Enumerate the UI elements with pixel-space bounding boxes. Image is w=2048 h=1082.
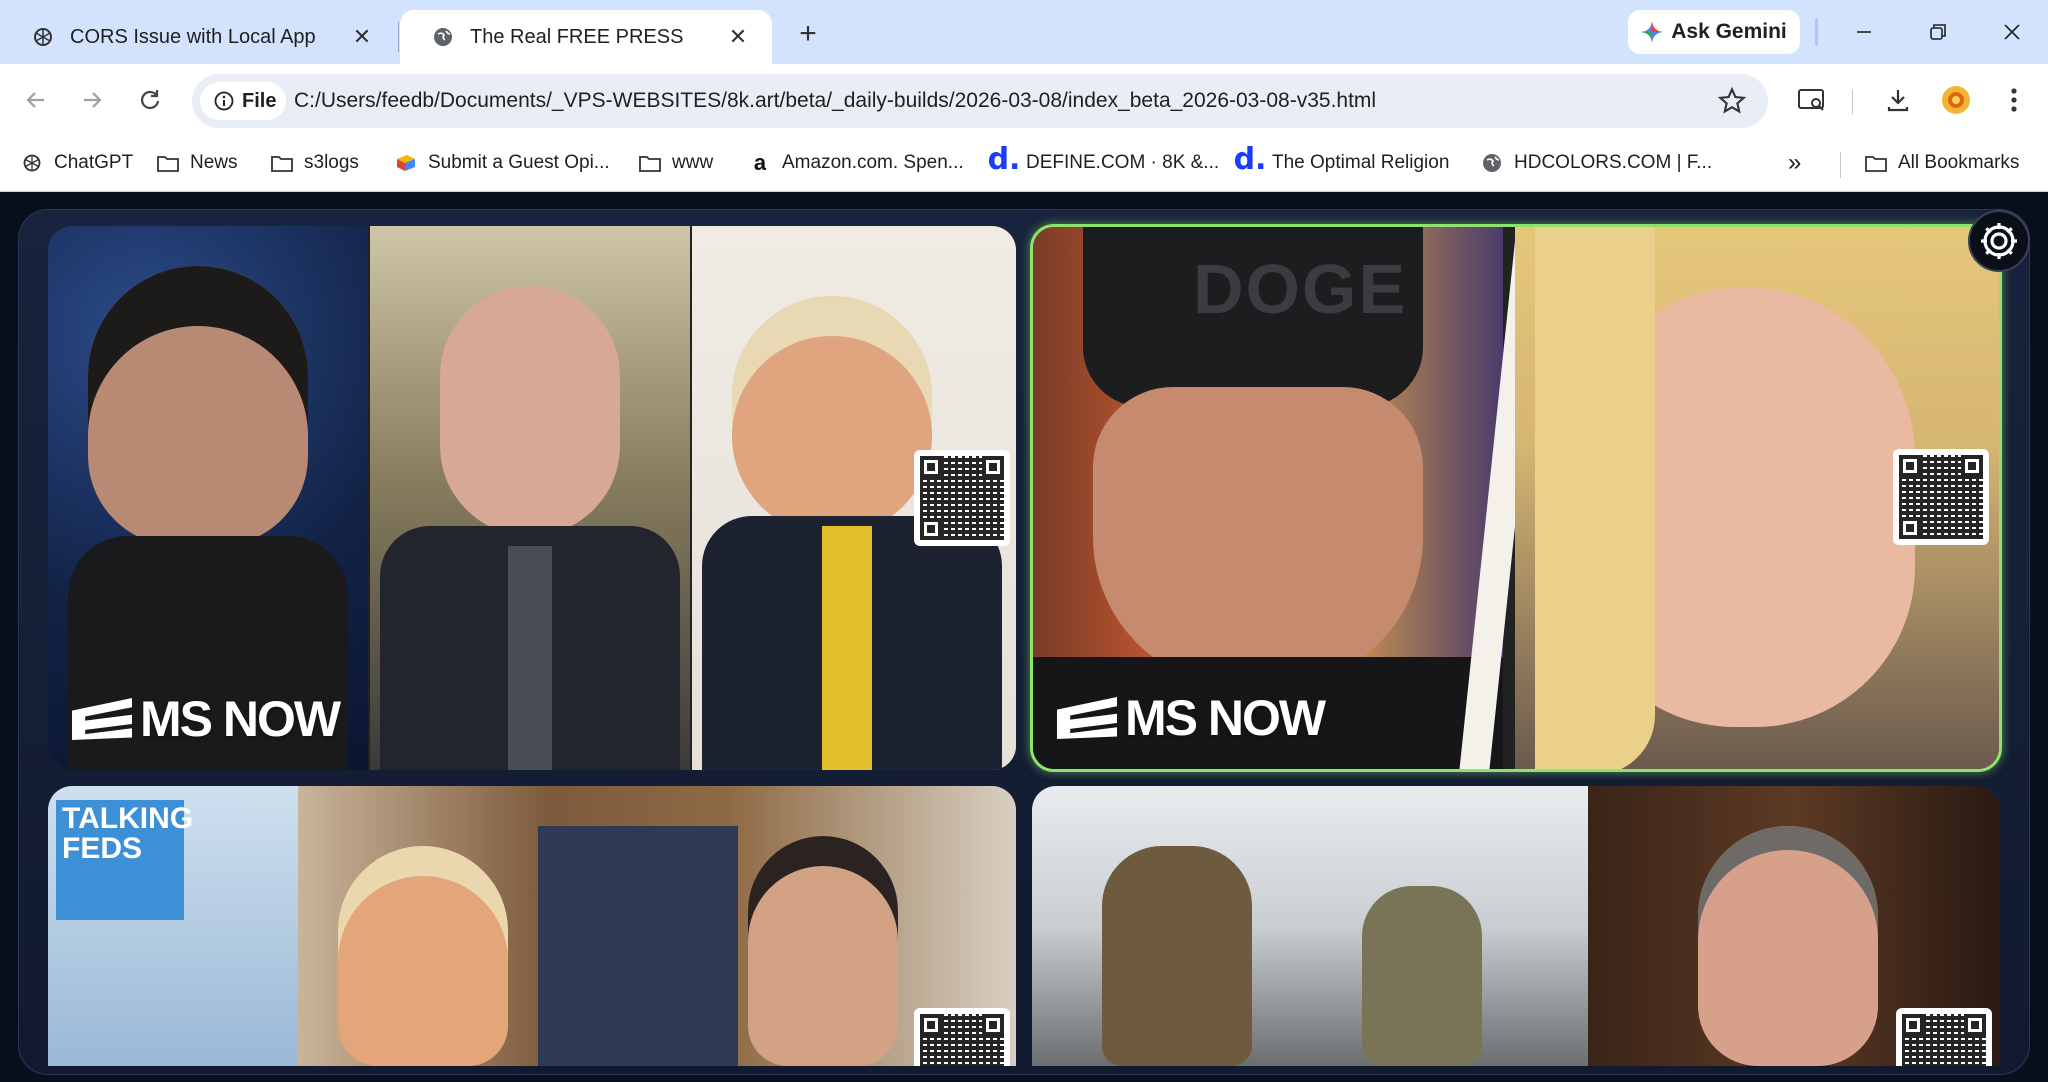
qr-code — [1896, 1008, 1992, 1066]
thumbnail-panel — [48, 226, 368, 770]
doge-hat-text: DOGE — [1193, 250, 1408, 328]
folder-icon — [156, 151, 180, 175]
bookmark-hdcolors[interactable]: HDCOLORS.COM | F... — [1480, 146, 1712, 180]
minimize-icon[interactable] — [1842, 12, 1886, 52]
folder-icon — [638, 151, 662, 175]
bookmark-label: ChatGPT — [54, 152, 134, 173]
globe-icon — [432, 26, 454, 48]
back-arrow-icon[interactable] — [16, 80, 56, 120]
forward-arrow-icon[interactable] — [72, 80, 112, 120]
download-icon[interactable] — [1880, 82, 1916, 118]
globe-icon — [1480, 151, 1504, 175]
ms-now-logo: MS NOW — [72, 690, 341, 748]
url-text[interactable]: C:/Users/feedb/Documents/_VPS-WEBSITES/8… — [294, 74, 1376, 128]
qr-code — [1893, 449, 1989, 545]
video-card[interactable]: TALKING FEDS — [48, 786, 1016, 1066]
amazon-icon: a — [753, 150, 767, 175]
ask-gemini-button[interactable]: Ask Gemini — [1628, 10, 1800, 54]
thumbnail-panel — [370, 226, 690, 770]
reload-icon[interactable] — [130, 80, 170, 120]
all-bookmarks-label: All Bookmarks — [1898, 152, 2020, 173]
ms-now-logo: MS NOW — [1057, 689, 1326, 747]
divider — [1852, 90, 1853, 114]
all-bookmarks-button[interactable]: All Bookmarks — [1864, 146, 2019, 180]
site-info-chip[interactable]: File — [200, 82, 286, 120]
tab-cors-issue[interactable]: CORS Issue with Local App ✕ — [0, 10, 396, 64]
overflow-label: » — [1788, 149, 1802, 176]
file-scheme-label: File — [242, 89, 277, 112]
thumbnail-panel: DOGE — [1033, 227, 1503, 769]
tab-title: CORS Issue with Local App — [70, 25, 316, 48]
toolbar: File C:/Users/feedb/Documents/_VPS-WEBSI… — [0, 64, 2048, 136]
qr-code — [914, 1008, 1010, 1066]
bookmark-label: DEFINE.COM · 8K &... — [1026, 152, 1220, 173]
define-d-icon: d. — [987, 142, 1021, 177]
restore-icon[interactable] — [1916, 12, 1960, 52]
tab-title: The Real FREE PRESS — [470, 25, 684, 48]
address-bar[interactable]: File C:/Users/feedb/Documents/_VPS-WEBSI… — [192, 74, 1768, 128]
bookmarks-bar: ChatGPT News s3logs Submit a Guest Opi..… — [0, 136, 2048, 192]
bookmark-label: The Optimal Religion — [1272, 152, 1450, 173]
bookmark-folder-s3logs[interactable]: s3logs — [270, 146, 359, 180]
divider — [1815, 18, 1818, 46]
video-card-selected[interactable]: DOGE MS NOW — [1030, 224, 2002, 772]
chatgpt-icon — [32, 26, 54, 48]
bookmark-optimal-religion[interactable]: d. The Optimal Religion — [1233, 142, 1450, 180]
thumbnail-panel — [1032, 786, 1588, 1066]
thumbnail-panel — [298, 786, 1016, 1066]
bookmark-label: www — [672, 152, 714, 173]
menu-kebab-icon[interactable] — [1996, 82, 2032, 118]
talking-feds-badge: TALKING FEDS — [56, 800, 193, 920]
info-icon — [214, 91, 234, 111]
bookmark-star-icon[interactable] — [1718, 87, 1746, 115]
define-d-icon: d. — [1233, 142, 1267, 177]
tab-real-free-press[interactable]: The Real FREE PRESS ✕ — [400, 10, 772, 64]
ask-gemini-label: Ask Gemini — [1671, 20, 1787, 43]
profile-avatar-icon[interactable] — [1938, 82, 1974, 118]
colorful-flag-icon — [394, 151, 418, 175]
close-window-icon[interactable] — [1990, 12, 2034, 52]
bookmark-define-com[interactable]: d. DEFINE.COM · 8K &... — [987, 142, 1220, 180]
bookmark-chatgpt[interactable]: ChatGPT — [20, 146, 133, 180]
bookmarks-overflow-chevron-icon[interactable]: » — [1788, 146, 1801, 180]
tab-strip: CORS Issue with Local App ✕ The Real FRE… — [0, 0, 2048, 64]
divider — [1840, 152, 1841, 178]
bookmark-label: News — [190, 152, 238, 173]
video-card[interactable]: MS NOW — [48, 226, 1016, 770]
bookmark-label: Submit a Guest Opi... — [428, 152, 610, 173]
bookmark-amazon[interactable]: a Amazon.com. Spen... — [748, 146, 964, 180]
bookmark-folder-news[interactable]: News — [156, 146, 238, 180]
bookmark-folder-www[interactable]: www — [638, 146, 713, 180]
gemini-sparkle-icon — [1641, 21, 1664, 43]
tab-separator — [398, 22, 399, 52]
folder-icon — [270, 151, 294, 175]
settings-gear-icon[interactable] — [1968, 210, 2030, 272]
bookmark-label: Amazon.com. Spen... — [782, 152, 964, 173]
bookmark-submit-guest-opinion[interactable]: Submit a Guest Opi... — [394, 146, 610, 180]
video-card[interactable] — [1032, 786, 2000, 1066]
new-tab-plus-icon[interactable]: + — [788, 14, 828, 54]
search-tabs-icon[interactable] — [1794, 82, 1830, 118]
close-tab-icon[interactable]: ✕ — [722, 21, 754, 53]
bookmark-label: HDCOLORS.COM | F... — [1514, 152, 1713, 173]
bookmark-label: s3logs — [304, 152, 359, 173]
qr-code — [914, 450, 1010, 546]
chatgpt-icon — [20, 151, 44, 175]
folder-icon — [1864, 151, 1888, 175]
close-tab-icon[interactable]: ✕ — [346, 21, 378, 53]
